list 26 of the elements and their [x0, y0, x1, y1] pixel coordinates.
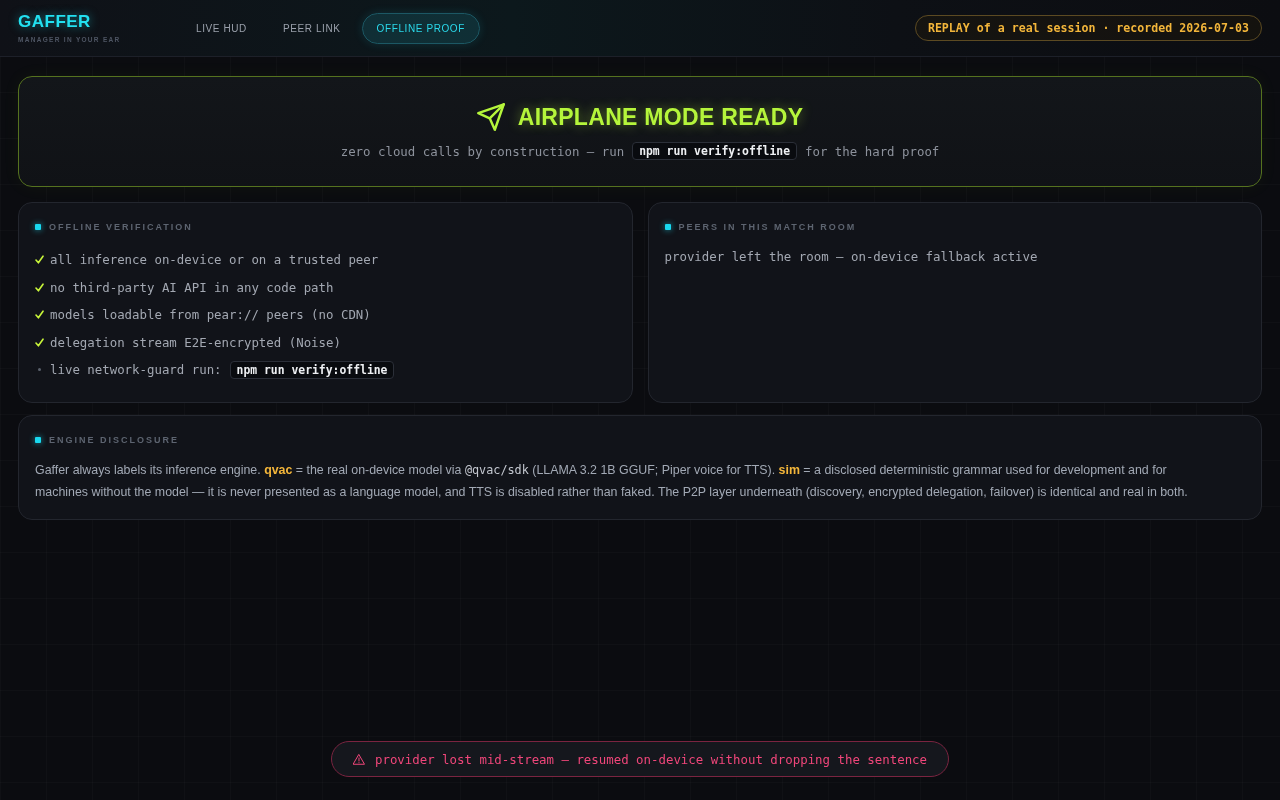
banner-subtitle: zero cloud calls by construction — run — [340, 143, 625, 159]
nav-tab[interactable]: PEER LINK — [267, 12, 356, 44]
square-bullet-icon — [664, 224, 671, 230]
paper-plane-icon — [476, 103, 505, 131]
square-bullet-icon — [35, 224, 41, 230]
peer-status-text: provider left the room — on-device fallback active — [664, 248, 1039, 266]
disclosure-paragraph: Gaffer always labels its inference engine. qvac = the real on-device model via @qvac/sdk (LLAMA 3.2 1B GGUF; Piper voice for TTS). sim = a disclosed deterministic grammar used for development and for machines without the model — it is never presented as a language model, and TTS is disabled rather than faked. The P2P layer underneath (discovery, encrypted delegation, failover) is identical and real in both. — [35, 462, 1189, 501]
banner-title: AIRPLANE MODE READY — [517, 103, 804, 131]
card-heading: ENGINE DISCLOSURE — [49, 435, 179, 445]
checklist-item-text: live network-guard run: — [50, 362, 222, 378]
nav-tab[interactable]: OFFLINE PROOF — [361, 12, 480, 44]
banner-subtitle: for the hard proof — [805, 143, 940, 159]
checklist-item-text: delegation stream E2E-encrypted (Noise) — [50, 334, 341, 350]
checklist-item-text: models loadable from pear:// peers (no CDN) — [50, 307, 371, 323]
square-bullet-icon — [35, 437, 41, 443]
toast-message: provider lost mid-stream — resumed on-device without dropping the sentence — [375, 751, 927, 767]
warning-icon — [353, 753, 365, 765]
card-heading: OFFLINE VERIFICATION — [49, 222, 193, 232]
nav-tab[interactable]: LIVE HUD — [181, 12, 262, 44]
command-code: npm run verify:offline — [229, 360, 395, 379]
app-logo-title: GAFFER — [18, 12, 91, 31]
checklist-item-text: all inference on-device or on a trusted peer — [50, 252, 379, 268]
card-heading: PEERS IN THIS MATCH ROOM — [678, 222, 857, 232]
replay-badge: REPLAY of a real session · recorded 2026-07-03 — [914, 15, 1262, 41]
checklist-item-text: no third-party AI API in any code path — [50, 279, 334, 295]
command-code: npm run verify:offline — [632, 142, 798, 160]
